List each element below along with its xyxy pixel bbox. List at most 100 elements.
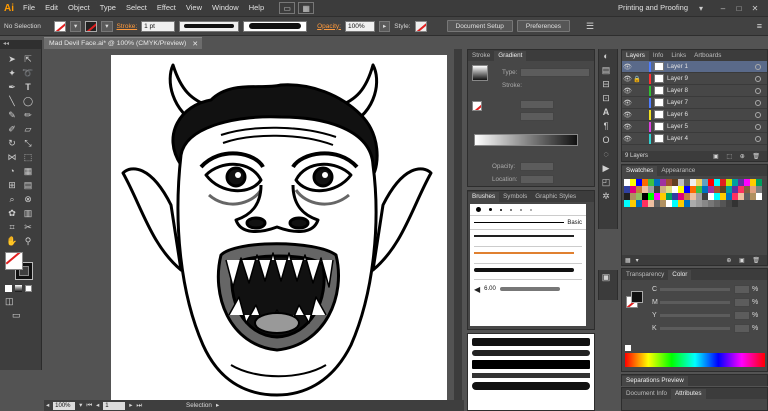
- first-artboard-icon[interactable]: ⏮: [86, 402, 92, 410]
- tab-gradient[interactable]: Gradient: [494, 51, 527, 61]
- cmyk-slider-c[interactable]: [660, 288, 730, 291]
- minimize-button[interactable]: –: [716, 2, 730, 14]
- eyedropper-icon[interactable]: ⌕: [4, 192, 20, 206]
- free-transform-icon[interactable]: ⬚: [20, 150, 36, 164]
- swatch-library-icon[interactable]: ▦: [625, 257, 631, 264]
- tab-attributes[interactable]: Attributes: [670, 389, 706, 399]
- fill-color-box[interactable]: [5, 252, 23, 270]
- tab-symbols[interactable]: Symbols: [499, 192, 531, 202]
- align-icon[interactable]: ⊟: [599, 77, 613, 91]
- swatch[interactable]: [666, 207, 672, 214]
- actions-icon[interactable]: ▶: [599, 161, 613, 175]
- layer-target-icon[interactable]: [755, 87, 761, 94]
- workspace-dropdown-icon[interactable]: ▾: [694, 2, 708, 14]
- tab-transparency[interactable]: Transparency: [622, 270, 668, 280]
- layer-row[interactable]: 👁 🔒 Layer 9: [622, 73, 767, 85]
- layer-target-icon[interactable]: [755, 99, 761, 106]
- canvas-area[interactable]: [44, 49, 464, 400]
- menu-view[interactable]: View: [181, 0, 207, 16]
- swatch[interactable]: [756, 186, 762, 193]
- cmyk-slider-k[interactable]: [660, 327, 730, 330]
- layer-target-icon[interactable]: [755, 63, 761, 70]
- paintbrush-icon[interactable]: ✎: [4, 108, 20, 122]
- eye-icon[interactable]: 👁: [622, 63, 633, 71]
- shape-builder-icon[interactable]: ◔: [4, 164, 20, 178]
- pen-icon[interactable]: ✒: [4, 80, 20, 94]
- tab-color[interactable]: Color: [668, 270, 692, 280]
- pathfinder-icon[interactable]: ▣: [599, 270, 613, 284]
- swatch-kind-icon[interactable]: ▾: [636, 257, 639, 264]
- cmyk-slider-y[interactable]: [660, 314, 730, 317]
- none-color-icon[interactable]: [625, 345, 631, 351]
- tab-artboards[interactable]: Artboards: [690, 51, 725, 61]
- stroke-weight-field[interactable]: 1 pt: [141, 20, 176, 32]
- brush-library-preview[interactable]: [467, 333, 595, 411]
- close-button[interactable]: ✕: [748, 2, 762, 14]
- scale-icon[interactable]: ⤡: [20, 136, 36, 150]
- eye-icon[interactable]: 👁: [622, 75, 633, 83]
- swatch-grid[interactable]: [622, 176, 767, 217]
- layer-name[interactable]: Layer 1: [667, 63, 688, 70]
- selection-tool-icon[interactable]: ➤: [4, 52, 20, 66]
- brush-dots-row[interactable]: [470, 204, 586, 216]
- color-stroke-box[interactable]: [631, 291, 643, 303]
- cmyk-field-m[interactable]: [734, 298, 750, 307]
- close-document-icon[interactable]: ✕: [192, 40, 198, 48]
- slice-icon[interactable]: ✂: [20, 220, 36, 234]
- workspace-switcher[interactable]: Printing and Proofing: [618, 3, 688, 12]
- symbols-icon[interactable]: ✲: [599, 189, 613, 203]
- transform-icon[interactable]: ⊡: [599, 91, 613, 105]
- cmyk-field-y[interactable]: [734, 311, 750, 320]
- layer-name[interactable]: Layer 4: [667, 135, 688, 142]
- stroke-label[interactable]: Stroke:: [117, 23, 138, 30]
- layer-name[interactable]: Layer 6: [667, 111, 688, 118]
- zoom-icon[interactable]: ⚲: [20, 234, 36, 248]
- stroke-dropdown-icon[interactable]: ▾: [101, 20, 113, 32]
- layers-dock-icon[interactable]: ▤: [599, 63, 613, 77]
- status-menu-icon[interactable]: ▸: [216, 402, 219, 409]
- brush-definition[interactable]: [243, 20, 308, 32]
- eye-icon[interactable]: 👁: [622, 135, 633, 143]
- eye-icon[interactable]: 👁: [622, 123, 633, 131]
- tab-brushes[interactable]: Brushes: [468, 192, 500, 202]
- zoom-field[interactable]: 100%: [53, 401, 76, 410]
- symbol-sprayer-icon[interactable]: ✿: [4, 206, 20, 220]
- color-guide-icon[interactable]: ◐: [599, 49, 613, 63]
- layer-target-icon[interactable]: [755, 123, 761, 130]
- eye-icon[interactable]: 👁: [622, 99, 633, 107]
- layers-actions-icon[interactable]: ▣ ⬚ ⊕ 🗑: [713, 153, 763, 160]
- opacity-label[interactable]: Opacity:: [317, 23, 341, 30]
- bridge-icon[interactable]: ▭: [279, 2, 296, 14]
- layer-target-icon[interactable]: [755, 75, 761, 82]
- swatch[interactable]: [756, 193, 762, 200]
- status-prev-icon[interactable]: ◂: [46, 402, 49, 409]
- layer-row[interactable]: 👁 Layer 4: [622, 133, 767, 145]
- style-swatch[interactable]: [414, 20, 427, 32]
- magic-wand-icon[interactable]: ✦: [4, 66, 20, 80]
- eye-icon[interactable]: 👁: [622, 87, 633, 95]
- graph-icon[interactable]: ▥: [20, 206, 36, 220]
- tab-info[interactable]: Info: [649, 51, 668, 61]
- menu-file[interactable]: File: [18, 0, 40, 16]
- direct-selection-tool-icon[interactable]: ⇱: [20, 52, 36, 66]
- hand-icon[interactable]: ✋: [4, 234, 20, 248]
- menu-edit[interactable]: Edit: [40, 0, 63, 16]
- brush-list[interactable]: Basic ◀ 6.00: [470, 204, 586, 326]
- color-mode-icon[interactable]: [5, 285, 12, 292]
- basic-brush-row[interactable]: Basic: [470, 216, 586, 230]
- gradient-tool-icon[interactable]: ▤: [20, 178, 36, 192]
- eraser-icon[interactable]: ▱: [20, 122, 36, 136]
- preferences-button[interactable]: Preferences: [516, 20, 570, 32]
- layer-row[interactable]: 👁 Layer 1: [622, 61, 767, 73]
- lock-icon[interactable]: 🔒: [633, 75, 641, 83]
- document-tab[interactable]: Mad Devil Face.ai* @ 100% (CMYK/Preview)…: [44, 37, 202, 49]
- swatch-actions-icon[interactable]: ⊕ ▣ 🗑: [726, 257, 763, 264]
- opacity-field[interactable]: 100%: [344, 20, 375, 32]
- gradient-location-field[interactable]: [520, 175, 554, 184]
- gradient-thumbnail[interactable]: [472, 65, 488, 81]
- line-tool-icon[interactable]: ╲: [4, 94, 20, 108]
- gradient-type-dropdown[interactable]: [520, 68, 590, 77]
- perspective-grid-icon[interactable]: ▦: [20, 164, 36, 178]
- tab-stroke[interactable]: Stroke: [468, 51, 494, 61]
- gradient-opacity-field[interactable]: [520, 162, 554, 171]
